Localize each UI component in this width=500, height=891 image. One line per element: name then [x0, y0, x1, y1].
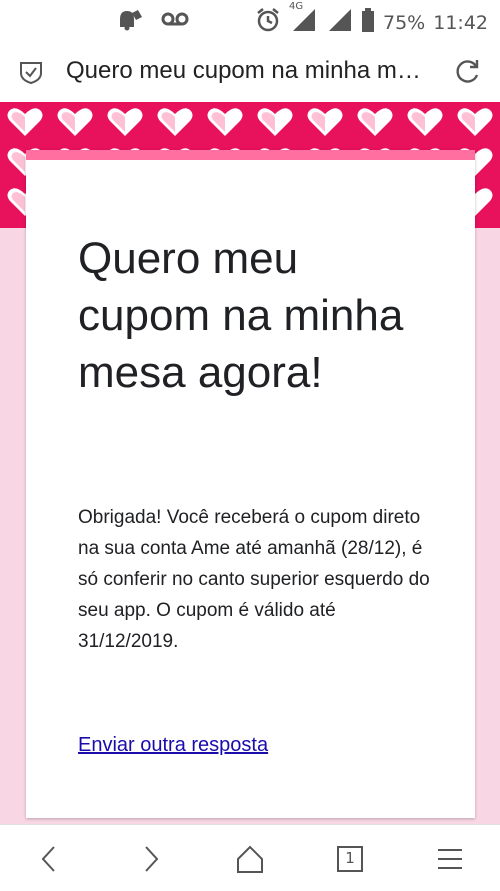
- notification-icon: [116, 7, 146, 37]
- tab-count: 1: [345, 849, 355, 867]
- submit-another-response-link[interactable]: Enviar outra resposta: [78, 734, 268, 757]
- battery-icon: [361, 7, 375, 39]
- status-bar: 4G 75% 11:42: [0, 0, 500, 40]
- signal-icon: [327, 7, 353, 39]
- clock-time: 11:42: [433, 12, 488, 34]
- reload-icon[interactable]: [452, 57, 482, 92]
- signal-4g-icon: 4G: [289, 1, 319, 39]
- forward-icon[interactable]: [134, 843, 166, 875]
- form-title: Quero meu cupom na minha mesa agora!: [78, 234, 404, 397]
- network-label: 4G: [289, 1, 304, 12]
- form-page: Quero meu cupom na minha mesa agora! Obr…: [0, 102, 500, 824]
- status-right-icons: 4G 75% 11:42: [255, 1, 488, 39]
- status-left-icons: [116, 7, 190, 37]
- back-icon[interactable]: [34, 843, 66, 875]
- home-icon[interactable]: [234, 843, 266, 875]
- battery-percent: 75%: [383, 12, 426, 34]
- confirmation-message: Obrigada! Você receberá o cupom direto n…: [78, 507, 430, 652]
- browser-bottom-nav: 1: [0, 824, 500, 891]
- browser-address-bar: Quero meu cupom na minha m…: [0, 40, 500, 103]
- alarm-icon: [255, 7, 281, 39]
- page-title[interactable]: Quero meu cupom na minha m…: [66, 57, 436, 85]
- menu-icon[interactable]: [434, 843, 466, 875]
- tabs-button[interactable]: 1: [334, 843, 366, 875]
- confirmation-card: Quero meu cupom na minha mesa agora! Obr…: [26, 150, 475, 818]
- voicemail-icon: [160, 9, 190, 35]
- shield-check-icon[interactable]: [18, 60, 44, 89]
